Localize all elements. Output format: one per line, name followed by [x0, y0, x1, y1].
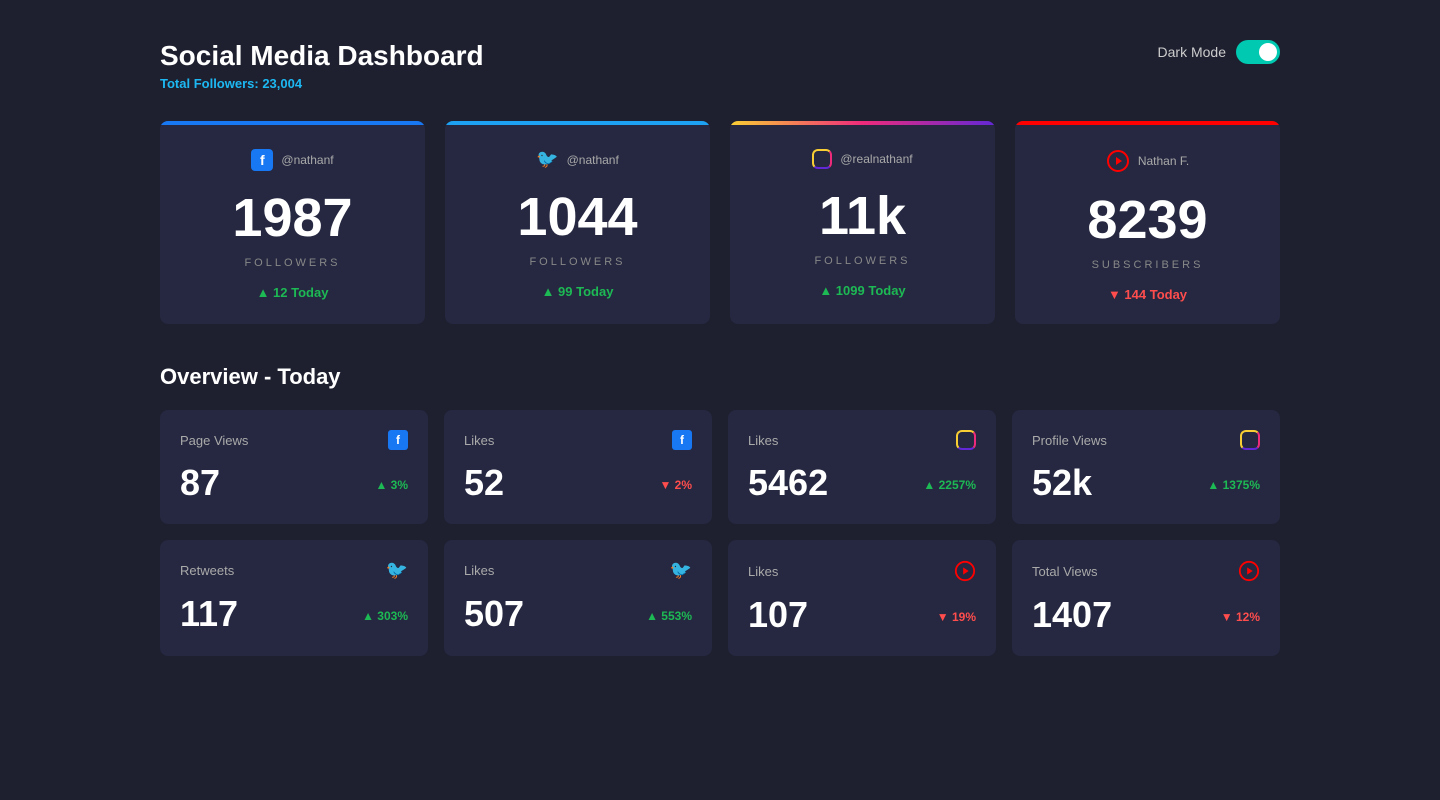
overview-title: Overview - Today: [160, 364, 1280, 390]
likes-tw-label: Likes: [464, 563, 494, 578]
instagram-label: FOLLOWERS: [754, 255, 971, 267]
youtube-card-header: Nathan F.: [1039, 149, 1256, 173]
overview-card-header-3: Likes: [748, 430, 976, 450]
overview-footer-1: 87 ▲ 3%: [180, 462, 408, 508]
overview-likes-tw: Likes 🐦 507 ▲ 553%: [444, 540, 712, 656]
overview-card-header-5: Retweets 🐦: [180, 560, 408, 581]
overview-card-header-6: Likes 🐦: [464, 560, 692, 581]
youtube-count: 8239: [1039, 189, 1256, 251]
profile-views-label: Profile Views: [1032, 433, 1107, 448]
overview-footer-6: 507 ▲ 553%: [464, 593, 692, 639]
top-cards-grid: f @nathanf 1987 FOLLOWERS ▲ 12 Today 🐦 @…: [160, 121, 1280, 324]
instagram-icon: [812, 149, 832, 169]
likes-fb-count: 52: [464, 462, 504, 504]
likes-ig-label: Likes: [748, 433, 778, 448]
page-title: Social Media Dashboard: [160, 40, 484, 72]
overview-likes-yt: Likes 107 ▼ 19%: [728, 540, 996, 656]
likes-fb-change: ▼ 2%: [659, 478, 692, 492]
twitter-label: FOLLOWERS: [469, 256, 686, 268]
page-views-label: Page Views: [180, 433, 248, 448]
retweets-label: Retweets: [180, 563, 234, 578]
likes-fb-label: Likes: [464, 433, 494, 448]
overview-card-header-8: Total Views: [1032, 560, 1260, 582]
overview-likes-ig: Likes 5462 ▲ 2257%: [728, 410, 996, 524]
facebook-count: 1987: [184, 187, 401, 249]
youtube-icon-sm: [954, 560, 976, 582]
overview-card-header-1: Page Views f: [180, 430, 408, 450]
dark-mode-label: Dark Mode: [1158, 44, 1226, 60]
youtube-icon: [1106, 149, 1130, 173]
facebook-change: ▲ 12 Today: [184, 285, 401, 300]
likes-tw-count: 507: [464, 593, 524, 635]
instagram-card-header: @realnathanf: [754, 149, 971, 169]
facebook-card-header: f @nathanf: [184, 149, 401, 171]
overview-card-header-7: Likes: [748, 560, 976, 582]
overview-total-views-yt: Total Views 1407 ▼ 12%: [1012, 540, 1280, 656]
instagram-icon-sm-2: [1240, 430, 1260, 450]
retweets-count: 117: [180, 593, 238, 635]
retweets-change: ▲ 303%: [362, 609, 408, 623]
overview-footer-8: 1407 ▼ 12%: [1032, 594, 1260, 640]
overview-page-views-fb: Page Views f 87 ▲ 3%: [160, 410, 428, 524]
twitter-icon-sm-2: 🐦: [670, 560, 692, 581]
likes-ig-count: 5462: [748, 462, 828, 504]
overview-footer-7: 107 ▼ 19%: [748, 594, 976, 640]
twitter-username: @nathanf: [567, 153, 619, 167]
youtube-username: Nathan F.: [1138, 154, 1189, 168]
overview-footer-4: 52k ▲ 1375%: [1032, 462, 1260, 508]
likes-yt-count: 107: [748, 594, 808, 636]
overview-retweets-tw: Retweets 🐦 117 ▲ 303%: [160, 540, 428, 656]
dark-mode-toggle[interactable]: [1236, 40, 1280, 64]
facebook-username: @nathanf: [281, 153, 333, 167]
likes-ig-change: ▲ 2257%: [923, 478, 976, 492]
profile-views-count: 52k: [1032, 462, 1092, 504]
twitter-icon: 🐦: [536, 149, 558, 170]
overview-likes-fb: Likes f 52 ▼ 2%: [444, 410, 712, 524]
twitter-icon-sm: 🐦: [386, 560, 408, 581]
overview-footer-5: 117 ▲ 303%: [180, 593, 408, 639]
instagram-card: @realnathanf 11k FOLLOWERS ▲ 1099 Today: [730, 121, 995, 324]
overview-footer-3: 5462 ▲ 2257%: [748, 462, 976, 508]
dark-mode-section: Dark Mode: [1158, 40, 1280, 64]
youtube-label: SUBSCRIBERS: [1039, 259, 1256, 271]
total-followers: Total Followers: 23,004: [160, 76, 484, 91]
total-views-count: 1407: [1032, 594, 1112, 636]
facebook-icon: f: [251, 149, 273, 171]
profile-views-change: ▲ 1375%: [1207, 478, 1260, 492]
likes-yt-label: Likes: [748, 564, 778, 579]
facebook-card: f @nathanf 1987 FOLLOWERS ▲ 12 Today: [160, 121, 425, 324]
header-left: Social Media Dashboard Total Followers: …: [160, 40, 484, 91]
facebook-icon-sm: f: [388, 430, 408, 450]
overview-profile-views-ig: Profile Views 52k ▲ 1375%: [1012, 410, 1280, 524]
overview-card-header-4: Profile Views: [1032, 430, 1260, 450]
toggle-knob: [1259, 43, 1277, 61]
youtube-change: ▼ 144 Today: [1039, 287, 1256, 302]
overview-card-header-2: Likes f: [464, 430, 692, 450]
facebook-label: FOLLOWERS: [184, 257, 401, 269]
youtube-card: Nathan F. 8239 SUBSCRIBERS ▼ 144 Today: [1015, 121, 1280, 324]
likes-yt-change: ▼ 19%: [937, 610, 976, 624]
likes-tw-change: ▲ 553%: [646, 609, 692, 623]
total-views-label: Total Views: [1032, 564, 1098, 579]
page-views-change: ▲ 3%: [375, 478, 408, 492]
facebook-icon-sm-2: f: [672, 430, 692, 450]
instagram-icon-sm: [956, 430, 976, 450]
instagram-username: @realnathanf: [840, 152, 912, 166]
twitter-change: ▲ 99 Today: [469, 284, 686, 299]
total-views-change: ▼ 12%: [1221, 610, 1260, 624]
instagram-count: 11k: [754, 185, 971, 247]
overview-footer-2: 52 ▼ 2%: [464, 462, 692, 508]
overview-grid: Page Views f 87 ▲ 3% Likes f 52 ▼ 2% Lik…: [160, 410, 1280, 656]
page-views-count: 87: [180, 462, 220, 504]
twitter-count: 1044: [469, 186, 686, 248]
page-header: Social Media Dashboard Total Followers: …: [160, 40, 1280, 91]
twitter-card: 🐦 @nathanf 1044 FOLLOWERS ▲ 99 Today: [445, 121, 710, 324]
instagram-change: ▲ 1099 Today: [754, 283, 971, 298]
youtube-icon-sm-2: [1238, 560, 1260, 582]
twitter-card-header: 🐦 @nathanf: [469, 149, 686, 170]
